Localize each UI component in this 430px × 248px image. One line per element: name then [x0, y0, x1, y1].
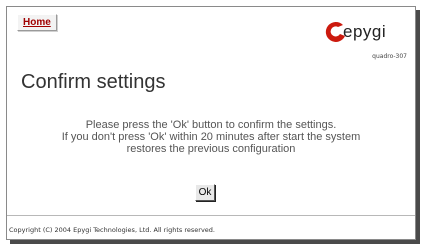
- main-panel: Home epygi quadro-307 Confirm settings P…: [6, 6, 416, 240]
- copyright-text: Copyright (C) 2004 Epygi Technologies, L…: [9, 226, 215, 234]
- ok-button[interactable]: Ok: [195, 184, 215, 201]
- logo-text: epygi: [343, 22, 387, 41]
- message-line-1: Please press the 'Ok' button to confirm …: [85, 119, 337, 131]
- confirm-message: Please press the 'Ok' button to confirm …: [7, 119, 415, 155]
- home-link[interactable]: Home: [17, 14, 57, 31]
- model-name: quadro-307: [372, 53, 407, 60]
- page-title: Confirm settings: [21, 71, 166, 93]
- epygi-logo: epygi quadro-307: [323, 19, 407, 65]
- footer-divider: [7, 215, 415, 216]
- message-line-3: restores the previous configuration: [126, 143, 296, 155]
- message-line-2: If you don't press 'Ok' within 20 minute…: [61, 131, 361, 143]
